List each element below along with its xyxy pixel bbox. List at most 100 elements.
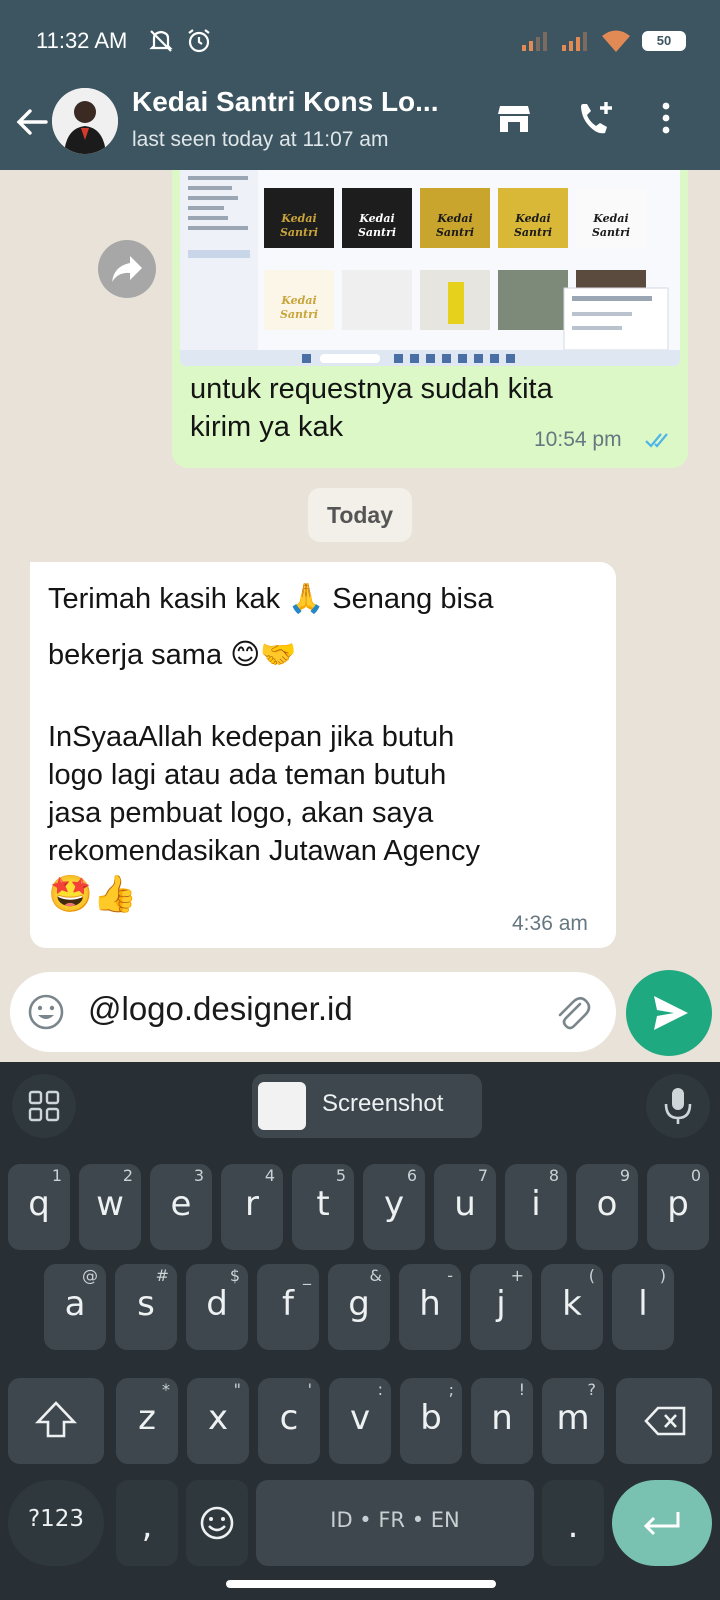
key-p[interactable]: 0p bbox=[647, 1164, 709, 1250]
key-label: v bbox=[349, 1398, 371, 1438]
key-label: w bbox=[96, 1184, 124, 1224]
key-hint: 6 bbox=[406, 1166, 417, 1185]
emoji-icon[interactable] bbox=[26, 992, 66, 1032]
svg-text:Kedai: Kedai bbox=[358, 212, 394, 225]
contact-avatar[interactable] bbox=[52, 88, 118, 154]
contact-name[interactable]: Kedai Santri Kons Lo... bbox=[132, 86, 438, 118]
suggestion-label: Screenshot bbox=[322, 1090, 444, 1117]
voice-input-button[interactable] bbox=[646, 1074, 710, 1138]
key-hint: ) bbox=[659, 1266, 666, 1285]
wifi-icon bbox=[602, 30, 630, 52]
key-label: i bbox=[531, 1184, 541, 1224]
key-e[interactable]: 3e bbox=[150, 1164, 212, 1250]
key-label: s bbox=[137, 1284, 155, 1324]
key-m[interactable]: ? m bbox=[542, 1378, 604, 1464]
key-hint: 3 bbox=[193, 1166, 204, 1185]
enter-icon bbox=[643, 1512, 680, 1536]
key-c[interactable]: ' c bbox=[258, 1378, 320, 1464]
message-input[interactable]: @logo.designer.id bbox=[88, 990, 353, 1028]
svg-text:Kedai: Kedai bbox=[436, 212, 472, 225]
key-hint: 5 bbox=[335, 1166, 346, 1185]
space-bar[interactable]: ID • FR • EN bbox=[256, 1480, 534, 1566]
key-b[interactable]: ; b bbox=[400, 1378, 462, 1464]
key-r[interactable]: 4r bbox=[221, 1164, 283, 1250]
key-h[interactable]: -h bbox=[399, 1264, 461, 1350]
clipboard-suggestion[interactable]: Screenshot bbox=[252, 1074, 482, 1138]
svg-text:Kedai: Kedai bbox=[514, 212, 550, 225]
key-f[interactable]: _ f bbox=[257, 1264, 319, 1350]
key-hint: " bbox=[233, 1380, 241, 1399]
alarm-icon bbox=[188, 29, 210, 53]
key-hint: 1 bbox=[51, 1166, 62, 1185]
key-t[interactable]: 5t bbox=[292, 1164, 354, 1250]
key-w[interactable]: 2w bbox=[79, 1164, 141, 1250]
key-j[interactable]: + j bbox=[470, 1264, 532, 1350]
message-line: jasa pembuat logo, akan saya bbox=[48, 797, 434, 829]
add-call-icon[interactable] bbox=[574, 96, 618, 140]
status-bar: 11:32 AM 50 bbox=[0, 0, 720, 80]
svg-text:Kedai: Kedai bbox=[280, 212, 316, 225]
message-time: 4:36 am bbox=[512, 912, 588, 935]
catalog-store-icon[interactable] bbox=[492, 96, 536, 140]
key-u[interactable]: 7u bbox=[434, 1164, 496, 1250]
key-label: c bbox=[279, 1398, 299, 1438]
key-hint: : bbox=[377, 1380, 383, 1399]
key-label: p bbox=[667, 1184, 689, 1224]
key-hint: ' bbox=[307, 1380, 312, 1399]
shift-key[interactable] bbox=[8, 1378, 104, 1464]
key-l[interactable]: ) l bbox=[612, 1264, 674, 1350]
key-d[interactable]: $ d bbox=[186, 1264, 248, 1350]
key-v[interactable]: :v bbox=[329, 1378, 391, 1464]
key-i[interactable]: 8i bbox=[505, 1164, 567, 1250]
shift-icon bbox=[34, 1401, 78, 1438]
key-hint: ! bbox=[518, 1380, 525, 1399]
key-hint: * bbox=[162, 1380, 170, 1399]
outgoing-message[interactable]: Kedai Santri Kedai Santri Kedai Santri Keda… bbox=[172, 170, 688, 468]
period-key[interactable]: . bbox=[542, 1480, 604, 1566]
key-label: x bbox=[207, 1398, 229, 1438]
key-g[interactable]: & g bbox=[328, 1264, 390, 1350]
chat-area[interactable]: Kedai Santri Kedai Santri Kedai Santri Keda… bbox=[0, 170, 720, 1062]
keyboard-menu-button[interactable] bbox=[12, 1074, 76, 1138]
chat-header: 11:32 AM 50 Kedai Santri Kons Lo... last… bbox=[0, 0, 720, 170]
key-z[interactable]: * z bbox=[116, 1378, 178, 1464]
comma-key[interactable]: , bbox=[116, 1480, 178, 1566]
key-hint: 9 bbox=[619, 1166, 630, 1185]
key-label: g bbox=[348, 1284, 370, 1324]
backspace-key[interactable] bbox=[616, 1378, 712, 1464]
message-line: InSyaaAllah kedepan jika butuh bbox=[48, 721, 455, 753]
key-y[interactable]: 6y bbox=[363, 1164, 425, 1250]
svg-text:Santri: Santri bbox=[514, 226, 552, 239]
back-arrow-icon[interactable] bbox=[12, 102, 52, 142]
key-o[interactable]: 9o bbox=[576, 1164, 638, 1250]
key-s[interactable]: # s bbox=[115, 1264, 177, 1350]
key-x[interactable]: " x bbox=[187, 1378, 249, 1464]
battery-indicator: 50 bbox=[642, 31, 686, 51]
enter-key[interactable] bbox=[612, 1480, 712, 1566]
key-hint: ; bbox=[448, 1380, 454, 1399]
screenshot-image[interactable]: Kedai Santri Kedai Santri Kedai Santri Keda… bbox=[180, 170, 680, 366]
send-button[interactable] bbox=[626, 970, 712, 1056]
drive-screenshot-graphic: KedaiSantri KedaiSantri KedaiSantri Keda… bbox=[180, 170, 680, 366]
key-k[interactable]: (k bbox=[541, 1264, 603, 1350]
attach-paperclip-icon[interactable] bbox=[550, 990, 594, 1034]
message-line: Terimah kasih kak 🙏 Senang bisa bbox=[48, 583, 494, 615]
message-line: untuk requestnya sudah kita bbox=[190, 373, 553, 405]
emoji-key[interactable] bbox=[186, 1480, 248, 1566]
key-label: k bbox=[562, 1284, 582, 1324]
key-hint: ? bbox=[587, 1380, 597, 1399]
key-hint: # bbox=[155, 1266, 169, 1285]
symbols-key[interactable]: ?123 bbox=[8, 1480, 104, 1566]
key-hint: ( bbox=[588, 1266, 595, 1285]
forward-button[interactable] bbox=[98, 240, 156, 298]
double-check-read-icon bbox=[645, 433, 668, 448]
key-q[interactable]: 1q bbox=[8, 1164, 70, 1250]
incoming-message[interactable]: Terimah kasih kak 🙏 Senang bisa bekerja … bbox=[30, 562, 616, 948]
key-label: q bbox=[28, 1184, 50, 1224]
key-hint: $ bbox=[229, 1266, 240, 1285]
key-a[interactable]: @ a bbox=[44, 1264, 106, 1350]
key-label: y bbox=[383, 1184, 405, 1224]
key-hint: _ bbox=[303, 1266, 311, 1285]
key-n[interactable]: ! n bbox=[471, 1378, 533, 1464]
more-options-icon[interactable] bbox=[644, 96, 688, 140]
